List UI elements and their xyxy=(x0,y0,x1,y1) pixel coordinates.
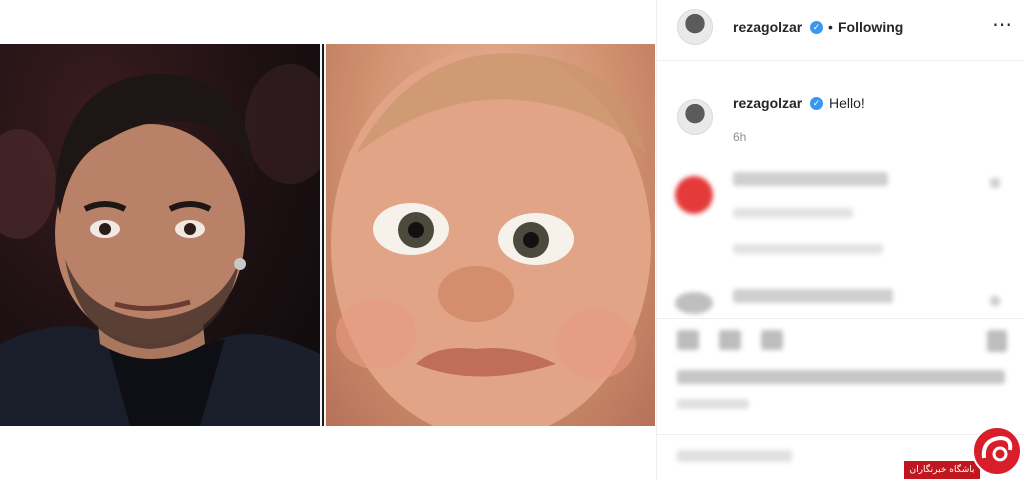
save-icon[interactable] xyxy=(987,330,1007,352)
caption-username[interactable]: rezagolzar xyxy=(733,95,802,111)
add-comment-input[interactable] xyxy=(677,450,792,462)
baby-illustration xyxy=(331,49,651,426)
post-media[interactable] xyxy=(0,44,655,426)
watermark-logo-icon xyxy=(981,435,1013,462)
photo-man xyxy=(0,44,320,426)
post-side-panel: rezagolzar ✓ • Following ⋯ rezagolzar ✓ … xyxy=(656,0,1024,480)
like-icon[interactable] xyxy=(677,330,699,350)
caption-time: 6h xyxy=(733,130,747,144)
watermark-text: باشگاه خبرنگاران xyxy=(904,461,980,479)
author-username[interactable]: rezagolzar xyxy=(733,19,802,35)
verified-badge-icon: ✓ xyxy=(810,97,823,110)
caption-text: Hello! xyxy=(829,95,865,111)
post-timestamp xyxy=(677,399,749,409)
photo-baby xyxy=(326,44,655,426)
comment-icon[interactable] xyxy=(719,330,741,350)
more-options-icon[interactable]: ⋯ xyxy=(992,12,1013,37)
actions-divider xyxy=(657,318,1024,319)
caption-avatar[interactable] xyxy=(677,99,713,135)
verified-badge-icon: ✓ xyxy=(810,21,823,34)
add-comment-divider xyxy=(657,434,1024,435)
author-avatar[interactable] xyxy=(677,9,713,45)
following-button[interactable]: Following xyxy=(838,19,903,35)
post-header: rezagolzar ✓ • Following ⋯ xyxy=(657,0,1024,61)
comment-avatar xyxy=(675,292,713,314)
share-icon[interactable] xyxy=(761,330,783,350)
header-separator: • xyxy=(828,19,833,35)
likes-summary xyxy=(677,370,1005,384)
watermark-logo xyxy=(972,426,1022,476)
comment-avatar xyxy=(675,176,713,214)
man-illustration xyxy=(0,64,320,426)
